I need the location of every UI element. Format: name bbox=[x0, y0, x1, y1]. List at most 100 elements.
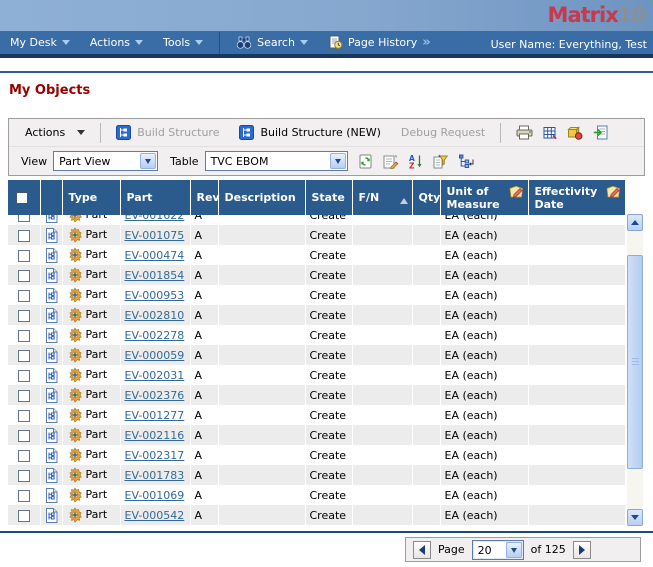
header-uom[interactable]: Unit of Measure bbox=[440, 180, 528, 215]
nav-divider bbox=[219, 32, 220, 54]
document-details-icon[interactable] bbox=[45, 228, 58, 243]
document-details-icon[interactable] bbox=[45, 308, 58, 323]
row-checkbox[interactable] bbox=[18, 450, 30, 462]
part-link[interactable]: EV-002317 bbox=[125, 449, 185, 462]
document-details-icon[interactable] bbox=[45, 248, 58, 263]
part-link[interactable]: EV-000542 bbox=[125, 509, 185, 522]
next-page-button[interactable] bbox=[573, 541, 591, 559]
document-details-icon[interactable] bbox=[45, 468, 58, 483]
part-link[interactable]: EV-000474 bbox=[125, 249, 185, 262]
nav-actions[interactable]: Actions bbox=[80, 36, 153, 49]
table-row: PartEV-001783ACreateEA (each) bbox=[8, 465, 625, 485]
row-checkbox[interactable] bbox=[18, 430, 30, 442]
header-description[interactable]: Description bbox=[218, 180, 305, 215]
row-checkbox[interactable] bbox=[18, 470, 30, 482]
nav-my-desk[interactable]: My Desk bbox=[0, 36, 80, 49]
row-fn bbox=[352, 485, 412, 505]
sort-az-icon[interactable]: AZ bbox=[409, 154, 423, 169]
part-gear-icon bbox=[67, 487, 83, 503]
build-structure-new-button[interactable]: Build Structure (NEW) bbox=[229, 125, 390, 140]
table-row: PartEV-002810ACreateEA (each) bbox=[8, 305, 625, 325]
scrollbar-thumb[interactable] bbox=[627, 255, 643, 469]
row-checkbox[interactable] bbox=[18, 510, 30, 522]
printer-icon[interactable] bbox=[516, 125, 533, 140]
header-type[interactable]: Type bbox=[62, 180, 120, 215]
select-all-checkbox[interactable] bbox=[16, 192, 28, 204]
row-checkbox[interactable] bbox=[18, 410, 30, 422]
part-link[interactable]: EV-002031 bbox=[125, 369, 185, 382]
nav-tools[interactable]: Tools bbox=[153, 36, 213, 49]
row-checkbox[interactable] bbox=[18, 390, 30, 402]
row-checkbox[interactable] bbox=[18, 270, 30, 282]
debug-request-button[interactable]: Debug Request bbox=[391, 126, 495, 139]
document-details-icon[interactable] bbox=[45, 388, 58, 403]
header-part[interactable]: Part bbox=[120, 180, 190, 215]
part-link[interactable]: EV-001075 bbox=[125, 229, 185, 242]
document-details-icon[interactable] bbox=[45, 215, 58, 223]
row-rev: A bbox=[190, 365, 218, 385]
nav-page-history[interactable]: Page History » bbox=[318, 35, 440, 50]
part-link[interactable]: EV-002116 bbox=[125, 429, 185, 442]
document-details-icon[interactable] bbox=[45, 408, 58, 423]
row-rev: A bbox=[190, 505, 218, 525]
part-link[interactable]: EV-001277 bbox=[125, 409, 185, 422]
structure-compare-icon[interactable] bbox=[458, 154, 475, 169]
row-checkbox[interactable] bbox=[18, 330, 30, 342]
row-checkbox[interactable] bbox=[18, 250, 30, 262]
edit-table-icon[interactable] bbox=[383, 154, 399, 169]
document-details-icon[interactable] bbox=[45, 328, 58, 343]
row-fn bbox=[352, 265, 412, 285]
header-rev[interactable]: Rev bbox=[190, 180, 218, 215]
header-fn[interactable]: F/N bbox=[352, 180, 412, 215]
row-checkbox[interactable] bbox=[18, 290, 30, 302]
page-number-select[interactable]: 20 bbox=[472, 540, 524, 560]
nav-more-chevrons[interactable]: » bbox=[422, 35, 429, 50]
row-doc-cell bbox=[40, 485, 62, 505]
actions-menu-button[interactable]: Actions bbox=[15, 126, 95, 139]
header-effectivity[interactable]: Effectivity Date bbox=[528, 180, 625, 215]
filter-funnel-icon[interactable] bbox=[433, 154, 448, 169]
edit-column-icon[interactable] bbox=[509, 185, 524, 198]
table-grid-icon[interactable] bbox=[543, 126, 557, 140]
previous-page-button[interactable] bbox=[413, 541, 431, 559]
scroll-down-button[interactable] bbox=[627, 509, 643, 526]
row-checkbox[interactable] bbox=[18, 370, 30, 382]
sort-ascending-icon[interactable] bbox=[400, 194, 408, 204]
export-document-icon[interactable] bbox=[593, 125, 608, 140]
row-state: Create bbox=[305, 265, 352, 285]
row-checkbox[interactable] bbox=[18, 310, 30, 322]
document-details-icon[interactable] bbox=[45, 268, 58, 283]
row-checkbox[interactable] bbox=[18, 230, 30, 242]
part-link[interactable]: EV-001622 bbox=[125, 215, 185, 222]
build-structure-button[interactable]: Build Structure bbox=[106, 125, 229, 140]
view-select[interactable]: Part View bbox=[53, 151, 158, 171]
edit-column-icon[interactable] bbox=[606, 185, 621, 198]
document-details-icon[interactable] bbox=[45, 428, 58, 443]
refresh-icon[interactable] bbox=[358, 154, 373, 169]
document-details-icon[interactable] bbox=[45, 488, 58, 503]
document-details-icon[interactable] bbox=[45, 348, 58, 363]
part-link[interactable]: EV-001854 bbox=[125, 269, 185, 282]
row-checkbox[interactable] bbox=[18, 490, 30, 502]
row-checkbox[interactable] bbox=[18, 350, 30, 362]
row-checkbox[interactable] bbox=[18, 215, 30, 222]
part-link[interactable]: EV-001783 bbox=[125, 469, 185, 482]
document-details-icon[interactable] bbox=[45, 508, 58, 523]
part-link[interactable]: EV-002278 bbox=[125, 329, 185, 342]
header-qty[interactable]: Qty bbox=[412, 180, 440, 215]
document-details-icon[interactable] bbox=[45, 448, 58, 463]
part-link[interactable]: EV-002376 bbox=[125, 389, 185, 402]
row-uom: EA (each) bbox=[440, 265, 528, 285]
nav-search[interactable]: Search bbox=[226, 36, 318, 49]
part-link[interactable]: EV-000059 bbox=[125, 349, 185, 362]
table-select[interactable]: TVC EBOM bbox=[205, 151, 348, 171]
part-link[interactable]: EV-000953 bbox=[125, 289, 185, 302]
header-state[interactable]: State bbox=[305, 180, 352, 215]
document-details-icon[interactable] bbox=[45, 368, 58, 383]
objects-cube-sphere-icon[interactable] bbox=[567, 126, 583, 140]
scroll-up-button[interactable] bbox=[627, 214, 643, 231]
vertical-scrollbar[interactable] bbox=[627, 214, 643, 526]
part-link[interactable]: EV-002810 bbox=[125, 309, 185, 322]
document-details-icon[interactable] bbox=[45, 288, 58, 303]
part-link[interactable]: EV-001069 bbox=[125, 489, 185, 502]
